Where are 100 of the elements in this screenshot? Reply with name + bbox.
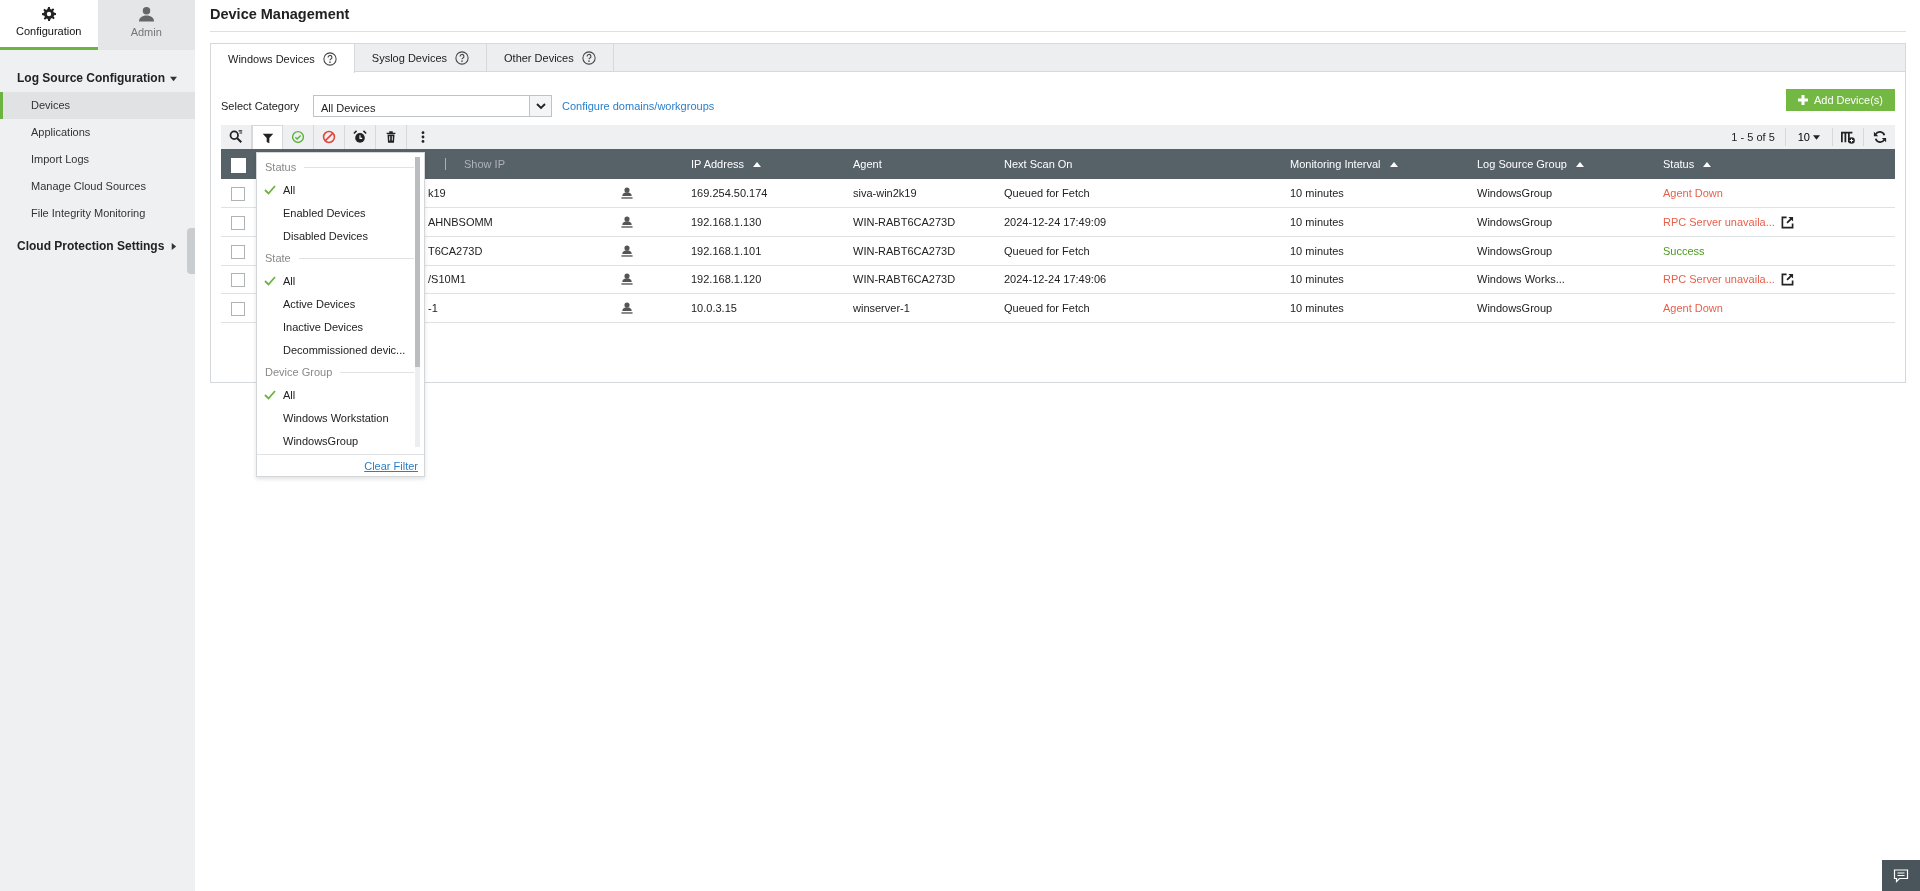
- table-cell: Queued for Fetch: [1004, 301, 1090, 314]
- device-name: /S10M1: [428, 273, 466, 286]
- column-header[interactable]: Status: [1663, 156, 1695, 173]
- configure-link[interactable]: Configure domains/workgroups: [562, 98, 715, 115]
- sidebar-item[interactable]: Applications: [0, 119, 195, 146]
- column-header: Agent: [853, 157, 882, 173]
- device-name: k19: [428, 187, 446, 200]
- help-icon[interactable]: [581, 51, 596, 66]
- refresh-icon[interactable]: [1872, 130, 1887, 145]
- filter-option[interactable]: All: [257, 383, 414, 407]
- tab[interactable]: Syslog Devices: [354, 44, 487, 73]
- external-link-icon[interactable]: [1780, 215, 1794, 229]
- alarm-clock-icon[interactable]: [353, 130, 367, 145]
- table-cell: WIN-RABT6CA273D: [853, 216, 956, 229]
- sidebar-item[interactable]: Devices: [0, 92, 195, 119]
- sidebar-tab[interactable]: Admin: [97, 0, 195, 50]
- sidebar-section[interactable]: Log Source Configuration: [0, 64, 185, 92]
- select-all-checkbox[interactable]: [231, 157, 246, 173]
- row-checkbox[interactable]: [231, 244, 245, 259]
- sidebar-section[interactable]: Cloud Protection Settings: [0, 232, 185, 260]
- page-title: Device Management: [210, 0, 1906, 33]
- sort-arrow-icon[interactable]: [1389, 161, 1398, 167]
- clear-filter-link[interactable]: Clear Filter: [364, 457, 418, 475]
- plus-icon: [1797, 95, 1808, 106]
- table-cell: 10 minutes: [1290, 273, 1344, 286]
- filter-option[interactable]: All: [257, 178, 414, 202]
- search-icon[interactable]: [229, 130, 243, 145]
- person-upload-icon[interactable]: [621, 216, 633, 229]
- table-cell: siva-win2k19: [853, 187, 917, 200]
- trash-icon[interactable]: [384, 130, 398, 145]
- status-text: Agent Down: [1663, 300, 1723, 316]
- chat-button[interactable]: [1882, 860, 1920, 891]
- sidebar-item[interactable]: Import Logs: [0, 146, 195, 173]
- status-text: Success: [1663, 243, 1705, 259]
- table-cell: winserver-1: [853, 301, 910, 314]
- person-icon: [138, 6, 154, 23]
- person-upload-icon[interactable]: [621, 187, 633, 200]
- column-header: Next Scan On: [1004, 157, 1073, 173]
- sidebar-tab[interactable]: Configuration: [0, 0, 98, 50]
- device-name: AHNBSOMM: [428, 216, 493, 229]
- person-upload-icon[interactable]: [621, 244, 633, 257]
- table-cell: 192.168.1.101: [691, 244, 762, 257]
- category-select[interactable]: All Devices: [313, 95, 552, 118]
- page-size-dropdown[interactable]: 10: [1785, 128, 1833, 147]
- device-name: T6CA273D: [428, 244, 483, 257]
- table-cell: 10.0.3.15: [691, 301, 737, 314]
- scrollbar[interactable]: [415, 157, 420, 448]
- filter-section-title: Status: [257, 156, 414, 179]
- row-checkbox[interactable]: [231, 187, 245, 202]
- person-upload-icon[interactable]: [621, 302, 633, 315]
- filter-section-title: State: [257, 247, 414, 270]
- sort-arrow-icon[interactable]: [1575, 161, 1584, 167]
- table-cell: 2024-12-24 17:49:06: [1004, 273, 1107, 286]
- table-cell: 10 minutes: [1290, 187, 1344, 200]
- caret-down-icon: [170, 74, 177, 82]
- sidebar-item[interactable]: Manage Cloud Sources: [0, 173, 195, 200]
- filter-option[interactable]: Windows Workstation: [257, 406, 414, 430]
- sidebar-item[interactable]: File Integrity Monitoring: [0, 200, 195, 227]
- gear-icon: [41, 7, 56, 22]
- caret-down-icon: [1813, 134, 1820, 140]
- help-icon[interactable]: [322, 51, 337, 66]
- filter-option[interactable]: WindowsGroup: [257, 429, 414, 453]
- collapse-handle[interactable]: [187, 228, 195, 274]
- row-checkbox[interactable]: [231, 301, 245, 316]
- table-cell: 10 minutes: [1290, 244, 1344, 257]
- filter-option[interactable]: All: [257, 269, 414, 293]
- status-text: Agent Down: [1663, 186, 1723, 202]
- filter-option[interactable]: Decommissioned devic...: [257, 338, 414, 362]
- filter-section-title: Device Group: [257, 361, 414, 384]
- tab[interactable]: Windows Devices: [211, 44, 355, 74]
- filter-option[interactable]: Enabled Devices: [257, 201, 414, 225]
- tab[interactable]: Other Devices: [487, 44, 614, 73]
- check-icon: [264, 275, 276, 286]
- caret-right-icon: [170, 242, 177, 250]
- status-text: RPC Server unavaila...: [1663, 215, 1775, 231]
- check-icon: [264, 184, 276, 195]
- sort-arrow-icon[interactable]: [1703, 161, 1712, 167]
- filter-option[interactable]: Inactive Devices: [257, 315, 414, 339]
- table-cell: Queued for Fetch: [1004, 244, 1090, 257]
- table-cell: 192.168.1.120: [691, 273, 762, 286]
- column-header[interactable]: IP Address: [691, 156, 744, 173]
- table-cell: 2024-12-24 17:49:09: [1004, 216, 1107, 229]
- row-checkbox[interactable]: [231, 273, 245, 288]
- status-text: RPC Server unavaila...: [1663, 272, 1775, 288]
- table-cell: WindowsGroup: [1477, 301, 1553, 314]
- table-cell: WIN-RABT6CA273D: [853, 244, 956, 257]
- table-cell: WindowsGroup: [1477, 187, 1553, 200]
- filter-option[interactable]: Disabled Devices: [257, 224, 414, 248]
- filter-option[interactable]: Active Devices: [257, 292, 414, 316]
- check-icon: [264, 389, 276, 400]
- row-checkbox[interactable]: [231, 216, 245, 231]
- pagination-range: 1 - 5 of 5: [1731, 128, 1786, 147]
- disable-icon[interactable]: [322, 130, 336, 145]
- help-icon[interactable]: [455, 51, 469, 66]
- external-link-icon[interactable]: [1780, 272, 1794, 286]
- table-cell: WindowsGroup: [1477, 216, 1553, 229]
- table-cell: 10 minutes: [1290, 216, 1344, 229]
- sort-arrow-icon[interactable]: [753, 161, 761, 167]
- person-upload-icon[interactable]: [621, 273, 633, 286]
- columns-icon[interactable]: [1840, 130, 1856, 145]
